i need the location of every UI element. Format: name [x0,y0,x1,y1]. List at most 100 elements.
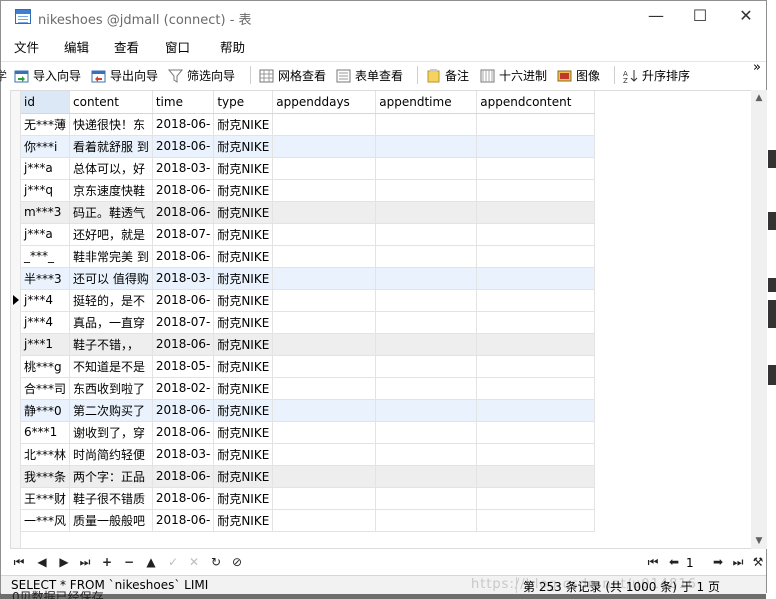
table-row[interactable]: j***1 鞋子不错，， 2018-06- 耐克NIKE [21,333,596,356]
cell-appendtime[interactable] [375,245,478,268]
cell-content[interactable]: 质量一般般吧 [69,509,153,532]
menu-edit[interactable]: 编辑 [64,37,89,56]
scroll-down-icon[interactable]: ▼ [751,533,767,549]
cell-appendtime[interactable] [375,267,478,290]
cell-appenddays[interactable] [272,223,377,246]
vertical-scrollbar[interactable]: ▲ ▼ [751,90,767,549]
cell-id[interactable]: j***1 [21,333,71,356]
menu-window[interactable]: 窗口 [165,37,190,56]
page-number-input[interactable]: 1 [684,556,710,571]
cell-appendcontent[interactable] [476,487,596,510]
cell-time[interactable]: 2018-06- [152,509,215,532]
next-record-icon[interactable]: ▶ [57,555,71,569]
import-wizard-button[interactable]: 导入向导 [14,67,81,84]
cell-type[interactable]: 耐克NIKE [213,377,274,400]
cell-appendcontent[interactable] [476,399,596,422]
first-page-icon[interactable]: ⏮ [646,555,660,570]
cell-id[interactable]: 无***薄 [21,113,71,136]
cell-appendtime[interactable] [375,157,478,180]
delete-record-icon[interactable]: − [122,555,136,569]
cell-time[interactable]: 2018-03- [152,267,215,290]
cell-appendtime[interactable] [375,465,478,488]
cell-time[interactable]: 2018-03- [152,157,215,180]
cell-type[interactable]: 耐克NIKE [213,179,274,202]
cell-content[interactable]: 挺轻的，是不 [69,289,153,312]
cell-appenddays[interactable] [272,377,377,400]
previous-record-icon[interactable]: ◀ [35,555,49,569]
cell-appendtime[interactable] [375,201,478,224]
cell-type[interactable]: 耐克NIKE [213,355,274,378]
apply-changes-icon[interactable]: ✓ [166,555,180,569]
cell-appendcontent[interactable] [476,421,596,444]
cell-appendtime[interactable] [375,399,478,422]
close-button[interactable]: ✕ [723,1,769,32]
cell-appenddays[interactable] [272,179,377,202]
edit-record-icon[interactable]: ▲ [144,555,158,569]
last-page-icon[interactable]: ⏭ [731,555,745,570]
cell-appendtime[interactable] [375,509,478,532]
cell-time[interactable]: 2018-06- [152,333,215,356]
cell-type[interactable]: 耐克NIKE [213,289,274,312]
cell-type[interactable]: 耐克NIKE [213,267,274,290]
table-row[interactable]: 桃***g 不知道是不是 2018-05- 耐克NIKE [21,355,596,378]
cell-appenddays[interactable] [272,267,377,290]
cell-content[interactable]: 码正。鞋透气 [69,201,153,224]
cell-appenddays[interactable] [272,509,377,532]
table-row[interactable]: j***4 挺轻的，是不 2018-06- 耐克NIKE [21,289,596,312]
cell-id[interactable]: 桃***g [21,355,71,378]
column-header-content[interactable]: content [69,91,153,114]
cell-type[interactable]: 耐克NIKE [213,487,274,510]
cell-content[interactable]: 不知道是不是 [69,355,153,378]
cell-content[interactable]: 总体可以，好 [69,157,153,180]
cell-type[interactable]: 耐克NIKE [213,311,274,334]
next-page-icon[interactable]: ➡ [711,555,725,569]
maximize-button[interactable]: ☐ [677,1,723,32]
cell-appenddays[interactable] [272,135,377,158]
column-header-appendtime[interactable]: appendtime [375,91,478,114]
cell-type[interactable]: 耐克NIKE [213,333,274,356]
cell-appendcontent[interactable] [476,223,596,246]
cell-id[interactable]: m***3 [21,201,71,224]
cell-id[interactable]: 我***条 [21,465,71,488]
table-row[interactable]: j***4 真品，一直穿 2018-07- 耐克NIKE [21,311,596,334]
cell-id[interactable]: j***a [21,157,71,180]
cell-time[interactable]: 2018-05- [152,355,215,378]
cell-content[interactable]: 真品，一直穿 [69,311,153,334]
cell-type[interactable]: 耐克NIKE [213,245,274,268]
cell-appenddays[interactable] [272,487,377,510]
cell-appenddays[interactable] [272,399,377,422]
cell-appendcontent[interactable] [476,135,596,158]
cell-content[interactable]: 谢收到了，穿 [69,421,153,444]
cell-appenddays[interactable] [272,157,377,180]
cell-content[interactable]: 还好吧，就是 [69,223,153,246]
column-header-type[interactable]: type [213,91,274,114]
cell-type[interactable]: 耐克NIKE [213,465,274,488]
cell-time[interactable]: 2018-02- [152,377,215,400]
cell-type[interactable]: 耐克NIKE [213,135,274,158]
memo-button[interactable]: 备注 [426,67,469,84]
cell-appendtime[interactable] [375,289,478,312]
table-row[interactable]: 北***林 时尚简约轻便 2018-03- 耐克NIKE [21,443,596,466]
cell-content[interactable]: 第二次购买了 [69,399,153,422]
cell-appendtime[interactable] [375,487,478,510]
cell-appendcontent[interactable] [476,443,596,466]
table-row[interactable]: 合***司 东西收到啦了 2018-02- 耐克NIKE [21,377,596,400]
cell-appenddays[interactable] [272,443,377,466]
cell-type[interactable]: 耐克NIKE [213,157,274,180]
cell-time[interactable]: 2018-03- [152,443,215,466]
discard-changes-icon[interactable]: ✕ [187,555,201,569]
cell-time[interactable]: 2018-06- [152,179,215,202]
column-header-time[interactable]: time [152,91,215,114]
refresh-icon[interactable]: ↻ [209,555,223,569]
stop-icon[interactable]: ⊘ [230,555,244,569]
cell-appenddays[interactable] [272,289,377,312]
cell-content[interactable]: 东西收到啦了 [69,377,153,400]
cell-appendtime[interactable] [375,223,478,246]
cell-appendcontent[interactable] [476,377,596,400]
last-record-icon[interactable]: ⏭ [78,555,92,570]
toolbar-overflow-button[interactable]: » [753,60,761,75]
sort-ascending-button[interactable]: A Z 升序排序 [623,67,690,85]
cell-id[interactable]: 静***0 [21,399,71,422]
first-record-icon[interactable]: ⏮ [12,555,26,570]
cell-type[interactable]: 耐克NIKE [213,113,274,136]
